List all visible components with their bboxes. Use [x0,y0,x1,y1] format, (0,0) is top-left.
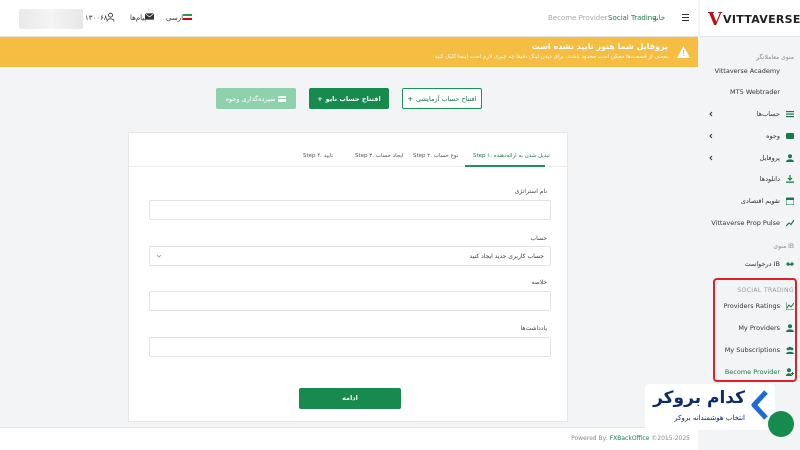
warning-icon [677,46,690,58]
breadcrumb-home[interactable]: خانه [653,14,665,22]
sidebar-item-label: درخواست IB [744,260,781,268]
tab-step-3[interactable]: Step ۳. ایجاد حساب [355,153,403,159]
chart-icon [786,219,794,227]
deposit-funds-button[interactable]: سپرده‌گذاری وجوه [216,88,296,109]
chevron-down-icon [156,254,162,258]
user-icon[interactable] [106,12,115,22]
sidebar-item-funds[interactable]: وجوه [702,130,794,142]
watermark-logo: کدام بروکر انتخاب هوشمندانه بروکر [645,384,775,430]
user-icon [786,154,794,162]
sidebar-item-downloads[interactable]: دانلودها [702,173,794,185]
strategy-name-label: نام استراتژی [514,188,547,195]
card-icon [278,95,287,102]
breadcrumb-social-trading[interactable]: Social Trading [608,14,657,22]
sidebar-item-accounts[interactable]: حساب‌ها [702,108,794,120]
open-demo-account-button[interactable]: + افتتاح حساب آزمایشی [402,88,482,109]
plus-icon: + [317,94,323,103]
tab-step-2[interactable]: Step ۲. نوع حساب [413,153,458,159]
sidebar-item-webtrader[interactable]: MT5 Webtrader [702,86,794,98]
tab-step-1[interactable]: Step ۱. تبدیل شدن به ارائه‌دهنده [473,153,550,159]
sidebar-item-label: وجوه [766,132,780,140]
become-provider-form: Step ۴. تایید Step ۳. ایجاد حساب Step ۲.… [128,132,569,422]
banner-subtitle[interactable]: بعضی از قسمت‌ها ممکن است محدود باشند. بر… [435,54,668,60]
watermark-title: کدام بروکر [653,388,745,408]
demo-account-label: افتتاح حساب آزمایشی [415,94,477,103]
logo-mark: V [708,9,722,30]
footer-brand-link[interactable]: FXBackOffice [610,435,650,442]
sidebar-item-ib-request[interactable]: درخواست IB [702,258,794,270]
sidebar-item-calendar[interactable]: تقویم اقتصادی [702,195,794,207]
open-real-account-button[interactable]: + افتتاح حساب نایو [309,88,389,109]
footer: Powered By: FXBackOffice ©2015-2025 [0,427,698,450]
sidebar-heading-trader: منوی معاملاتگر [756,54,794,61]
messages-link[interactable]: پیام‌ها [130,14,146,22]
account-id-blurred [19,9,83,29]
list-icon [786,111,794,118]
chevron-left-icon [709,111,713,117]
wizard-steps: Step ۴. تایید Step ۳. ایجاد حساب Step ۲.… [129,147,569,167]
calendar-icon [786,197,794,205]
sidebar-item-profile[interactable]: پروفایل [702,152,794,164]
account-label: حساب [530,235,547,242]
powered-by-text: Powered By: [571,435,608,442]
summary-input[interactable] [149,291,551,311]
sidebar-item-academy[interactable]: Vittaverse Academy [702,65,794,77]
iran-flag-icon[interactable] [183,14,192,20]
top-bar: ۱۳۰۰۶۸ پیام‌ها فارسی Become Provider · S… [0,0,698,37]
sidebar-item-prop-pulse[interactable]: Vittaverse Prop Pulse [702,217,794,229]
banner-title: پروفایل شما هنوز تایید نشده است [531,42,668,51]
download-icon [786,175,794,183]
continue-button[interactable]: ادامه [299,388,401,409]
handshake-icon [786,262,794,266]
real-account-label: افتتاح حساب نایو [325,94,381,103]
notes-input[interactable] [149,337,551,357]
footer-credit: Powered By: FXBackOffice ©2015-2025 [571,435,690,442]
menu-toggle-icon[interactable] [682,14,689,21]
sidebar-item-label: حساب‌ها [756,110,780,118]
active-tab-indicator [465,165,545,167]
chat-widget-button[interactable] [768,411,794,437]
account-number[interactable]: ۱۳۰۰۶۸ [85,14,108,22]
sidebar-item-label: دانلودها [759,175,780,183]
sidebar-item-label: پروفایل [759,154,780,162]
notes-label: یادداشت‌ها [520,325,547,332]
chevron-left-icon [709,133,713,139]
brand-logo[interactable]: V VITTAVERSE [700,0,800,37]
logo-text: VITTAVERSE [723,13,800,26]
tab-step-4[interactable]: Step ۴. تایید [303,153,333,159]
chevron-left-icon [709,155,713,161]
strategy-name-input[interactable] [149,200,551,220]
summary-label: خلاصه [531,279,547,286]
breadcrumb-current: Become Provider [548,14,608,22]
sidebar-heading-ib: منوی IB [773,243,794,250]
breadcrumb-separator: · [647,14,650,22]
breadcrumb-separator: · [600,14,603,22]
sidebar-item-label: Vittaverse Prop Pulse [711,219,780,227]
wallet-icon [786,133,794,139]
envelope-icon[interactable] [145,13,154,20]
sidebar-item-label: Vittaverse Academy [714,67,780,75]
plus-icon: + [407,94,413,103]
account-select-value: حساب کاربری جدید ایجاد کنید [469,253,544,260]
footer-years: ©2015-2025 [651,435,690,442]
deposit-label: سپرده‌گذاری وجوه [225,94,276,103]
account-select[interactable]: حساب کاربری جدید ایجاد کنید [149,246,551,266]
watermark-chevron-icon [751,390,768,420]
social-trading-highlight-box [713,278,797,382]
sidebar-item-label: تقویم اقتصادی [740,197,780,205]
sidebar-item-label: MT5 Webtrader [730,88,780,96]
verification-warning-banner[interactable]: پروفایل شما هنوز تایید نشده است بعضی از … [0,37,698,67]
watermark-subtitle: انتخاب هوشمندانه بروکر [674,414,745,422]
